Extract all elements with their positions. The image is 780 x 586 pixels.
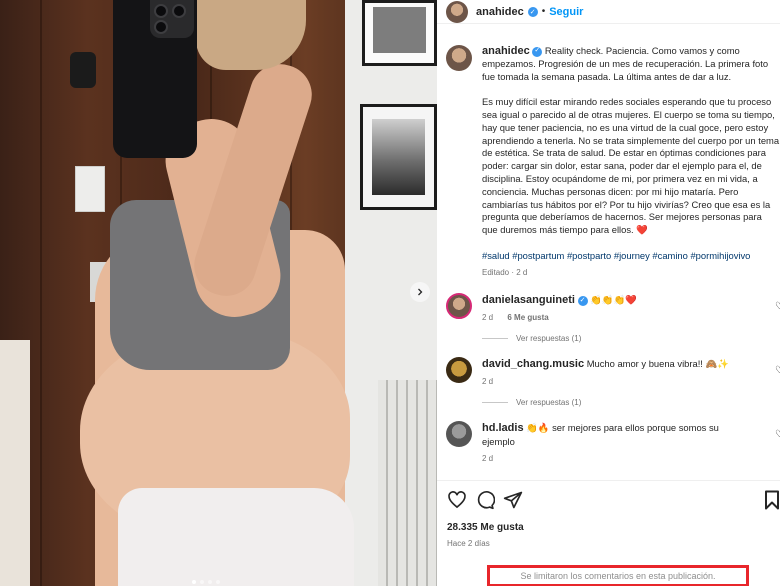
reply-line xyxy=(482,402,508,404)
wood-slat xyxy=(40,0,42,586)
comment-text: 👏👏👏❤️ xyxy=(590,294,637,306)
light-switch xyxy=(75,166,105,212)
wall-frame xyxy=(360,104,437,210)
radiator xyxy=(378,380,437,586)
comment: danielasanguineti ✓ 👏👏👏❤️ 2 d 6 Me gusta… xyxy=(437,293,780,322)
comment-time: 2 d xyxy=(482,454,494,464)
comment-time: 2 d xyxy=(482,377,494,387)
share-icon[interactable] xyxy=(503,490,523,510)
caption-username[interactable]: anahidec xyxy=(482,45,530,57)
view-replies-label[interactable]: Ver respuestas (1) xyxy=(516,398,581,407)
view-replies[interactable]: Ver respuestas (1) xyxy=(482,334,780,343)
comment-time: 2 d xyxy=(482,313,494,323)
reply-line xyxy=(482,338,508,340)
view-replies[interactable]: Ver respuestas (1) xyxy=(482,398,780,407)
carousel-dot xyxy=(200,580,204,584)
comment-username[interactable]: danielasanguineti xyxy=(482,294,575,306)
post-actions: 28.335 Me gusta Hace 2 días Se limitaron… xyxy=(437,480,780,586)
avatar[interactable] xyxy=(446,45,472,71)
avatar[interactable] xyxy=(446,0,468,23)
camera-module xyxy=(150,0,194,38)
post-photo[interactable] xyxy=(0,0,437,586)
comments-scroll[interactable]: anahidec ✓ Reality check. Paciencia. Com… xyxy=(437,36,780,480)
comments-limited-notice: Se limitaron los comentarios en esta pub… xyxy=(487,565,749,586)
heart-icon[interactable] xyxy=(447,490,467,510)
avatar[interactable] xyxy=(446,293,472,320)
likes-count[interactable]: 28.335 Me gusta xyxy=(447,522,780,533)
verified-icon: ✓ xyxy=(532,46,543,57)
bookmark-icon[interactable] xyxy=(764,490,780,510)
shorts xyxy=(118,488,354,586)
post-age: Hace 2 días xyxy=(447,539,490,548)
wall-knob xyxy=(70,52,96,88)
caption-block: anahidec ✓ Reality check. Paciencia. Com… xyxy=(437,36,780,279)
separator-dot: • xyxy=(541,6,546,17)
heart-icon[interactable]: ♡ xyxy=(775,365,780,376)
heart-icon[interactable]: ♡ xyxy=(775,301,780,312)
view-replies-label[interactable]: Ver respuestas (1) xyxy=(516,334,581,343)
comment-icon[interactable] xyxy=(475,490,495,510)
author-username[interactable]: anahidec xyxy=(476,6,524,18)
verified-icon: ✓ xyxy=(577,295,588,306)
comment-likes[interactable]: 6 Me gusta xyxy=(507,313,548,322)
comment-text: Mucho amor y buena vibra!! 🙈✨ xyxy=(586,358,729,370)
verified-icon: ✓ xyxy=(527,6,538,17)
avatar[interactable] xyxy=(446,421,472,448)
post-header: anahidec ✓ • Seguir xyxy=(437,0,780,24)
comment-username[interactable]: hd.ladis xyxy=(482,422,524,434)
heart-icon[interactable]: ♡ xyxy=(775,429,780,440)
caption-text: Es muy difícil estar mirando redes socia… xyxy=(482,96,780,236)
carousel-dot xyxy=(216,580,220,584)
follow-button[interactable]: Seguir xyxy=(549,6,583,18)
chevron-right-icon xyxy=(418,288,423,296)
door xyxy=(0,340,30,586)
caption: anahidec ✓ Reality check. Paciencia. Com… xyxy=(482,45,780,279)
avatar[interactable] xyxy=(446,357,472,384)
carousel-dots xyxy=(192,580,220,584)
carousel-dot xyxy=(192,580,196,584)
post-side-panel: anahidec ✓ • Seguir anahidec ✓ Reality c… xyxy=(437,0,780,586)
wall-frame xyxy=(362,0,437,66)
hashtags[interactable]: #salud #postpartum #postparto #journey #… xyxy=(482,250,780,263)
comment: david_chang.music Mucho amor y buena vib… xyxy=(437,357,780,386)
carousel-dot xyxy=(208,580,212,584)
comment: hd.ladis 👏🔥 ser mejores para ellos porqu… xyxy=(437,421,780,463)
next-slide-button[interactable] xyxy=(410,282,430,302)
comment-username[interactable]: david_chang.music xyxy=(482,358,584,370)
edited-label: Editado · 2 d xyxy=(482,267,528,277)
